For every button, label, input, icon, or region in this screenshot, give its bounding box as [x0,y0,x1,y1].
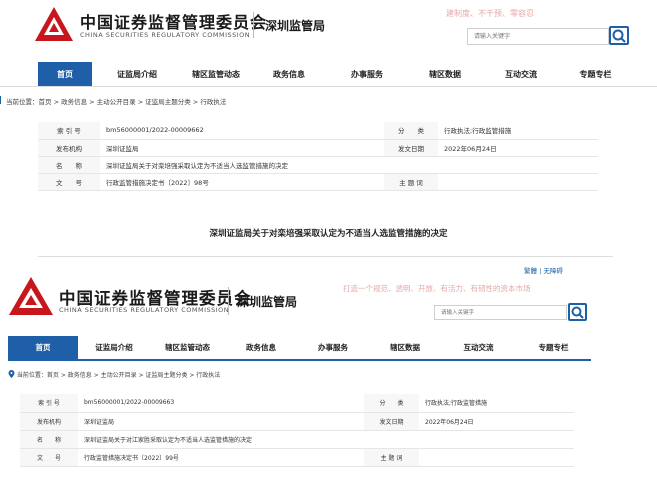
nav-item-topics[interactable]: 专题专栏 [558,69,633,80]
main-nav-2: 首页 证监局介绍 辖区监管动态 政务信息 办事服务 辖区数据 互动交流 专题专栏 [8,336,591,359]
breadcrumb: 当前位置：首页 > 政务信息 > 主动公开目录 > 证监局主题分类 > 行政执法 [0,96,226,106]
nav-underline-1 [0,86,657,87]
table-row: 文 号 行政监管措施决定书〔2022〕98号 主 题 词 [38,173,598,191]
keywords-value [419,448,574,467]
name-label: 名 称 [38,156,100,174]
search-icon [612,29,626,43]
doc-meta-table-1: 索 引 号 bm56000001/2022-00009662 分 类 行政执法;… [38,122,598,191]
breadcrumb: 当前位置：首页 > 政务信息 > 主动公开目录 > 证监局主题分类 > 行政执法 [8,370,220,379]
title-divider [38,256,613,257]
nav-item-interaction[interactable]: 互动交流 [441,342,516,353]
table-row: 发布机构 深圳证监局 发文日期 2022年06月24日 [20,412,574,431]
main-nav-1: 首页 证监局介绍 辖区监管动态 政务信息 办事服务 辖区数据 互动交流 专题专栏 [38,62,633,86]
search-input[interactable] [467,28,609,45]
category-value: 行政执法;行政监管措施 [438,122,598,140]
category-label: 分 类 [384,122,438,140]
csrc-emblem-icon [35,7,73,41]
nav-item-home[interactable]: 首页 [8,336,78,359]
nav-item-supervision[interactable]: 辖区监管动态 [150,342,225,353]
search-button[interactable] [609,26,629,45]
index-label: 索 引 号 [20,394,78,413]
category-value: 行政执法;行政监管措施 [419,394,574,413]
nav-item-gov-info[interactable]: 政务信息 [250,69,328,80]
slogan: 建制度、不干预、零容忍 [446,9,534,18]
date-value: 2022年06月24日 [419,412,574,431]
docno-value: 行政监管措施决定书〔2022〕99号 [78,448,364,467]
date-label: 发文日期 [364,412,419,431]
table-row: 发布机构 深圳证监局 发文日期 2022年06月24日 [38,139,598,157]
docno-label: 文 号 [38,173,100,191]
top-links[interactable]: 繁體 | 无障碍 [524,265,563,275]
location-pin-icon [8,370,15,378]
name-label: 名 称 [20,430,78,449]
category-label: 分 类 [364,394,419,413]
nav-item-home[interactable]: 首页 [38,62,92,86]
nav-item-data[interactable]: 辖区数据 [369,342,441,353]
keywords-label: 主 题 词 [364,448,419,467]
table-row: 文 号 行政监管措施决定书〔2022〕99号 主 题 词 [20,448,574,467]
slogan: 打造一个规范、透明、开放、有活力、有韧性的资本市场 [343,284,531,293]
issuer-value: 深圳证监局 [100,139,384,157]
nav-item-topics[interactable]: 专题专栏 [516,342,591,353]
issuer-label: 发布机构 [20,412,78,431]
csrc-emblem-icon [9,277,53,315]
search-input[interactable] [434,305,567,320]
issuer-value: 深圳证监局 [78,412,364,431]
issuer-label: 发布机构 [38,139,100,157]
table-row: 索 引 号 bm56000001/2022-00009663 分 类 行政执法;… [20,394,574,413]
docno-label: 文 号 [20,448,78,467]
date-value: 2022年06月24日 [438,139,598,157]
keywords-label: 主 题 词 [384,173,438,191]
header-divider [228,287,229,315]
nav-item-interaction[interactable]: 互动交流 [484,69,558,80]
header-divider [253,12,254,38]
org-name-en: CHINA SECURITIES REGULATORY COMMISSION [59,306,230,314]
table-row: 名 称 深圳证监局关于对江家胜采取认定为不适当人选监管措施的决定 [20,430,574,449]
date-label: 发文日期 [384,139,438,157]
table-row: 名 称 深圳证监局关于对栾培强采取认定为不适当人选监管措施的决定 [38,156,598,174]
docno-value: 行政监管措施决定书〔2022〕98号 [100,173,384,191]
org-name-cn: 中国证券监督管理委员会 [80,13,268,32]
location-pin-icon [0,96,5,104]
document-title: 深圳证监局关于对栾培强采取认定为不适当人选监管措施的决定 [209,229,448,239]
nav-item-about[interactable]: 证监局介绍 [92,69,182,80]
bureau-name: 深圳监管局 [265,19,326,33]
org-name-en: CHINA SECURITIES REGULATORY COMMISSION [80,31,251,39]
table-row: 索 引 号 bm56000001/2022-00009662 分 类 行政执法;… [38,122,598,140]
search-button[interactable] [568,303,587,321]
nav-item-gov-info[interactable]: 政务信息 [225,342,297,353]
nav-item-about[interactable]: 证监局介绍 [78,342,150,353]
name-value: 深圳证监局关于对江家胜采取认定为不适当人选监管措施的决定 [78,430,574,449]
bureau-name: 深圳监管局 [237,295,298,309]
index-value: bm56000001/2022-00009662 [100,122,384,140]
nav-item-supervision[interactable]: 辖区监管动态 [182,69,250,80]
keywords-value [438,173,598,191]
nav-item-data[interactable]: 辖区数据 [406,69,484,80]
nav-item-services[interactable]: 办事服务 [297,342,369,353]
nav-item-services[interactable]: 办事服务 [328,69,406,80]
index-label: 索 引 号 [38,122,100,140]
index-value: bm56000001/2022-00009663 [78,394,364,413]
search-icon [571,306,584,319]
doc-meta-table-2: 索 引 号 bm56000001/2022-00009663 分 类 行政执法;… [20,394,574,467]
name-value: 深圳证监局关于对栾培强采取认定为不适当人选监管措施的决定 [100,156,598,174]
nav-underline-2 [8,359,591,361]
